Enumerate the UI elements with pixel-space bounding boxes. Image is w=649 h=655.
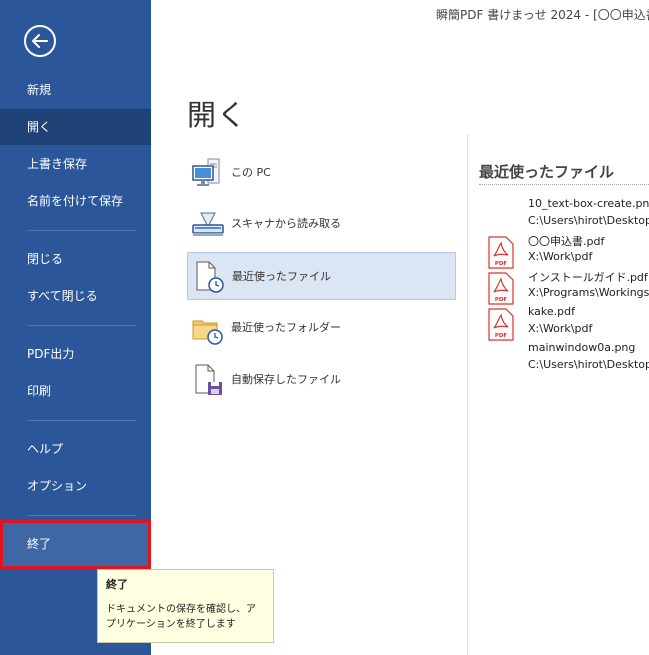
recent-folder-icon bbox=[192, 320, 223, 345]
sidebar-item-new[interactable]: 新規 bbox=[0, 72, 151, 108]
sidebar-item-close[interactable]: 閉じる bbox=[0, 241, 151, 277]
recent-file-path: C:\Users\hirot\Desktop bbox=[528, 214, 649, 227]
open-option-label: 最近使ったファイル bbox=[232, 270, 331, 283]
pdf-file-icon: PDF bbox=[488, 272, 514, 305]
exit-tooltip: 終了 ドキュメントの保存を確認し、ア プリケーションを終了します bbox=[97, 569, 274, 643]
sidebar-divider bbox=[27, 230, 136, 231]
recent-file-name: 10_text-box-create.png bbox=[528, 197, 649, 210]
sidebar-item-save-as[interactable]: 名前を付けて保存 bbox=[0, 183, 151, 219]
recent-file-item[interactable]: 10_text-box-create.png C:\Users\hirot\De… bbox=[484, 197, 649, 233]
recent-file-item[interactable]: PDF インストールガイド.pdf X:\Programs\Workings bbox=[484, 269, 649, 305]
autosave-file-icon bbox=[195, 364, 222, 395]
tooltip-body-line: ドキュメントの保存を確認し、ア bbox=[106, 604, 256, 615]
recent-file-path: X:\Work\pdf bbox=[528, 250, 593, 263]
sidebar-item-close-all[interactable]: すべて閉じる bbox=[0, 278, 151, 314]
open-option-recent-folders[interactable]: 最近使ったフォルダー bbox=[187, 304, 456, 352]
open-option-autosaved[interactable]: 自動保存したファイル bbox=[187, 356, 456, 404]
recent-files-title: 最近使ったファイル bbox=[479, 163, 615, 181]
open-option-this-pc[interactable]: この PC bbox=[187, 149, 456, 197]
back-arrow-icon[interactable] bbox=[24, 25, 56, 57]
sidebar-item-exit[interactable]: 終了 bbox=[0, 523, 151, 566]
recent-file-name: インストールガイド.pdf bbox=[528, 271, 648, 284]
sidebar-item-print[interactable]: 印刷 bbox=[0, 373, 151, 409]
window-title: 瞬簡PDF 書けまっせ 2024 - [〇〇申込書.p bbox=[436, 8, 649, 22]
recent-file-path: X:\Programs\Workings bbox=[528, 286, 649, 299]
recent-file-path: X:\Work\pdf bbox=[528, 322, 593, 335]
recent-file-name: mainwindow0a.png bbox=[528, 341, 636, 354]
recent-file-item[interactable]: PDF kake.pdf X:\Work\pdf bbox=[484, 305, 649, 341]
recent-file-name: kake.pdf bbox=[528, 305, 575, 318]
sidebar-item-save[interactable]: 上書き保存 bbox=[0, 146, 151, 182]
sidebar-divider bbox=[27, 325, 136, 326]
open-option-label: 最近使ったフォルダー bbox=[231, 321, 341, 334]
svg-text:PDF: PDF bbox=[495, 261, 508, 267]
open-option-scanner[interactable]: スキャナから読み取る bbox=[187, 200, 456, 248]
sidebar-item-options[interactable]: オプション bbox=[0, 468, 151, 504]
panel-divider bbox=[467, 134, 468, 655]
svg-text:PDF: PDF bbox=[495, 333, 508, 339]
open-option-recent-files[interactable]: 最近使ったファイル bbox=[187, 252, 456, 300]
svg-text:PDF: PDF bbox=[495, 297, 508, 303]
recent-file-item[interactable]: PDF 〇〇申込書.pdf X:\Work\pdf bbox=[484, 233, 649, 269]
sidebar-item-pdf-export[interactable]: PDF出力 bbox=[0, 336, 151, 372]
sidebar-divider bbox=[27, 420, 136, 421]
sidebar-item-help[interactable]: ヘルプ bbox=[0, 431, 151, 467]
page-title: 開く bbox=[187, 98, 248, 132]
open-option-label: この PC bbox=[231, 166, 271, 179]
sidebar-divider bbox=[27, 515, 136, 516]
recent-file-path: C:\Users\hirot\Desktop bbox=[528, 358, 649, 371]
open-option-label: スキャナから読み取る bbox=[231, 217, 341, 230]
recent-title-underline bbox=[479, 184, 649, 185]
computer-icon bbox=[192, 158, 220, 186]
scanner-icon bbox=[192, 212, 224, 236]
tooltip-title: 終了 bbox=[106, 578, 128, 591]
pdf-file-icon: PDF bbox=[488, 308, 514, 341]
backstage-sidebar: 新規 開く 上書き保存 名前を付けて保存 閉じる すべて閉じる PDF出力 印刷… bbox=[0, 0, 151, 655]
pdf-file-icon: PDF bbox=[488, 236, 514, 269]
recent-file-icon bbox=[196, 261, 224, 293]
tooltip-body-line: プリケーションを終了します bbox=[106, 619, 236, 630]
open-option-label: 自動保存したファイル bbox=[231, 373, 341, 386]
tooltip-body: ドキュメントの保存を確認し、ア プリケーションを終了します bbox=[106, 602, 265, 632]
recent-file-name: 〇〇申込書.pdf bbox=[528, 235, 605, 248]
sidebar-item-open[interactable]: 開く bbox=[0, 109, 151, 145]
recent-file-item[interactable]: mainwindow0a.png C:\Users\hirot\Desktop bbox=[484, 341, 649, 377]
